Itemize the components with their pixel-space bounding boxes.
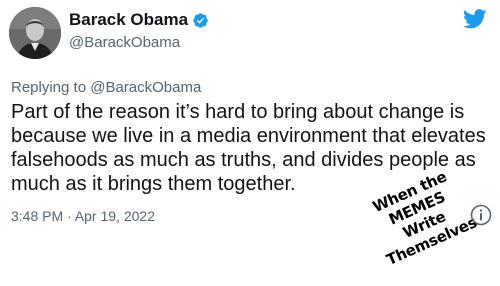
author-block: Barack Obama @BarackObama: [69, 9, 209, 51]
reply-context: Replying to @BarackObama: [11, 79, 201, 96]
reply-mention-link[interactable]: @BarackObama: [90, 79, 201, 96]
avatar[interactable]: [9, 7, 61, 59]
author-display-name[interactable]: Barack Obama: [69, 10, 188, 30]
name-row: Barack Obama: [69, 9, 209, 31]
author-handle[interactable]: @BarackObama: [69, 34, 209, 51]
twitter-bird-icon[interactable]: [462, 9, 487, 29]
verified-badge-icon: [192, 12, 209, 29]
tweet-timestamp[interactable]: 3:48 PM · Apr 19, 2022: [11, 208, 155, 224]
reply-prefix: Replying to: [11, 79, 91, 96]
info-icon[interactable]: [470, 204, 492, 226]
